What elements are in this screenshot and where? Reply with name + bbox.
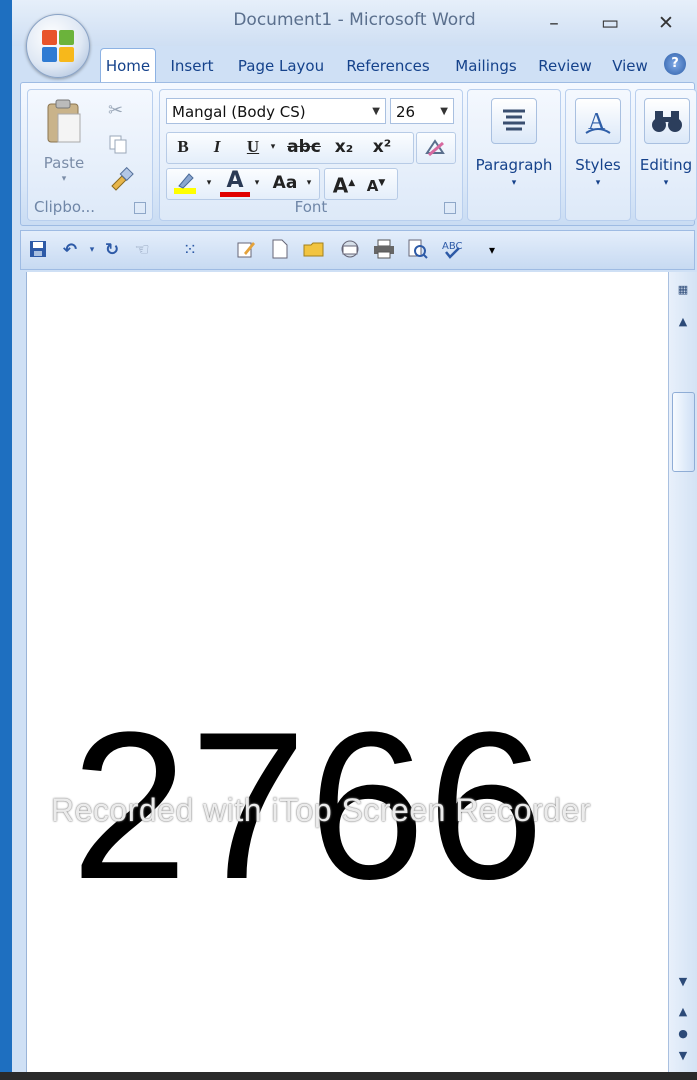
print-preview-icon[interactable]	[407, 239, 429, 261]
editing-dropdown-icon: ▾	[663, 178, 669, 188]
paste-icon	[47, 99, 81, 143]
paragraph-group[interactable]: Paragraph ▾	[467, 89, 561, 221]
recorder-watermark: Recorded with iTop Screen Recorder	[51, 792, 591, 828]
paragraph-icon	[491, 98, 537, 144]
chevron-down-icon: ▼	[372, 106, 380, 117]
styles-icon: A	[575, 98, 621, 144]
email-icon[interactable]	[339, 239, 361, 261]
previous-page-icon[interactable]: ▲	[673, 1002, 693, 1022]
font-group: Mangal (Body CS) ▼ 26 ▼ B I U ▾ abc x₂ x…	[159, 89, 463, 221]
paste-label: Paste	[43, 154, 85, 172]
tab-insert[interactable]: Insert	[164, 52, 220, 80]
word-window: Document1 - Microsoft Word – ▭ ✕ Home In…	[12, 0, 697, 1072]
styles-label: Styles	[575, 156, 621, 174]
format-painter-icon[interactable]	[108, 166, 134, 191]
font-color-dropdown-icon[interactable]: ▾	[250, 170, 264, 196]
font-color-button[interactable]: A	[220, 170, 250, 197]
ribbon: Paste ▾ ✂ Clipbo... Mangal (Body CS) ▼ 2…	[20, 82, 697, 226]
browse-object-icon[interactable]: ●	[673, 1024, 693, 1044]
font-size-combo[interactable]: 26 ▼	[390, 98, 454, 124]
bold-button[interactable]: B	[170, 134, 196, 160]
print-icon[interactable]	[373, 239, 395, 261]
document-page[interactable]: 2766 Recorded with iTop Screen Recorder	[26, 272, 669, 1072]
clear-formatting-icon[interactable]	[422, 134, 448, 160]
tab-page-layout[interactable]: Page Layou	[232, 52, 330, 80]
title-bar: Document1 - Microsoft Word – ▭ ✕	[12, 0, 697, 46]
undo-icon[interactable]: ↶	[59, 239, 81, 261]
edit-icon[interactable]	[235, 239, 257, 261]
paragraph-label: Paragraph	[475, 156, 553, 174]
vertical-scrollbar[interactable]: ▦ ▲ ▼ ▲ ● ▼	[668, 272, 697, 1072]
chevron-down-icon: ▼	[440, 106, 448, 117]
maximize-button[interactable]: ▭	[590, 8, 630, 38]
tab-home[interactable]: Home	[100, 48, 156, 82]
font-group-label: Font	[294, 198, 328, 216]
quick-access-toolbar: ↶ ▾ ↻ ☜ ⁙ ABC ▾	[20, 230, 695, 270]
scroll-thumb[interactable]	[672, 392, 695, 472]
styles-dropdown-icon: ▾	[595, 178, 601, 188]
font-size-value: 26	[396, 103, 416, 121]
ruler-toggle-icon[interactable]: ▦	[673, 280, 693, 300]
underline-button[interactable]: U	[240, 134, 266, 160]
copy-icon[interactable]	[108, 134, 127, 154]
highlight-dropdown-icon[interactable]: ▾	[202, 170, 216, 196]
open-folder-icon[interactable]	[303, 239, 325, 261]
highlight-icon[interactable]	[170, 170, 202, 196]
grow-font-button[interactable]: A▲	[330, 170, 358, 198]
font-name-combo[interactable]: Mangal (Body CS) ▼	[166, 98, 386, 124]
scroll-down-icon[interactable]: ▼	[673, 972, 693, 992]
tab-mailings[interactable]: Mailings	[446, 52, 526, 80]
underline-dropdown-icon[interactable]: ▾	[266, 134, 280, 160]
tab-references[interactable]: References	[340, 52, 436, 80]
italic-button[interactable]: I	[204, 134, 230, 160]
tab-view[interactable]: View	[606, 52, 654, 80]
paste-dropdown-icon: ▾	[61, 174, 67, 184]
paragraph-dropdown-icon: ▾	[511, 178, 517, 188]
next-page-icon[interactable]: ▼	[673, 1046, 693, 1066]
new-document-icon[interactable]	[269, 239, 291, 261]
help-icon[interactable]: ?	[664, 53, 686, 75]
change-case-button[interactable]: Aa	[268, 170, 302, 196]
svg-text:ABC: ABC	[442, 241, 463, 252]
scroll-up-icon[interactable]: ▲	[673, 312, 693, 332]
superscript-button[interactable]: x²	[366, 134, 398, 160]
minimize-button[interactable]: –	[534, 8, 574, 38]
office-logo-icon	[42, 30, 74, 62]
grow-font-label: A	[332, 173, 349, 198]
tab-review[interactable]: Review	[534, 52, 596, 80]
editing-label: Editing	[639, 156, 693, 174]
spelling-icon[interactable]: ABC	[441, 239, 463, 261]
redo-icon[interactable]: ↻	[101, 239, 123, 261]
customize-qat-icon[interactable]: ▾	[481, 239, 503, 261]
office-button[interactable]	[26, 14, 90, 78]
subscript-button[interactable]: x₂	[328, 134, 360, 160]
close-button[interactable]: ✕	[646, 8, 686, 38]
shrink-font-label: A	[366, 177, 379, 195]
save-icon[interactable]	[27, 239, 49, 261]
clipboard-launcher-icon[interactable]	[134, 202, 146, 214]
shrink-font-button[interactable]: A▼	[362, 170, 390, 196]
draw-table-icon[interactable]: ⁙	[179, 239, 201, 261]
font-name-value: Mangal (Body CS)	[172, 103, 306, 121]
binoculars-icon	[644, 98, 690, 144]
taskbar	[0, 1072, 697, 1080]
editing-group[interactable]: Editing ▾	[635, 89, 697, 221]
paste-button[interactable]: Paste ▾	[36, 94, 92, 186]
change-case-dropdown-icon[interactable]: ▾	[302, 170, 316, 196]
touch-mode-icon[interactable]: ☜	[131, 239, 153, 261]
clipboard-group: Paste ▾ ✂ Clipbo...	[27, 89, 153, 221]
strikethrough-button[interactable]: abc	[284, 134, 324, 160]
undo-dropdown-icon[interactable]: ▾	[81, 239, 103, 261]
styles-group[interactable]: A Styles ▾	[565, 89, 631, 221]
font-launcher-icon[interactable]	[444, 202, 456, 214]
cut-icon[interactable]: ✂	[108, 100, 123, 121]
